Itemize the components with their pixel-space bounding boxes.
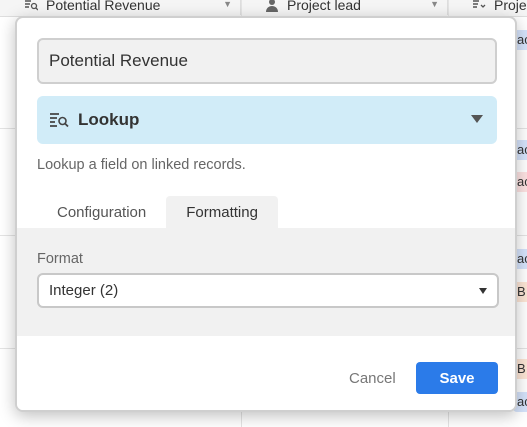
column-header-project-lead[interactable]: Project lead ▼ [241, 0, 448, 15]
column-header-potential-revenue[interactable]: Potential Revenue ▼ [0, 0, 241, 15]
lookup-icon [472, 0, 486, 12]
format-select[interactable]: Integer (2) [37, 273, 499, 308]
column-header-project[interactable]: Project [448, 0, 527, 15]
user-icon [265, 0, 279, 12]
caret-down-icon [471, 115, 483, 123]
formatting-panel: Format Integer (2) [17, 228, 515, 336]
chevron-down-icon: ▼ [223, 0, 232, 9]
tab-formatting[interactable]: Formatting [166, 196, 278, 228]
lookup-icon [24, 0, 38, 12]
field-type-select[interactable]: Lookup [37, 96, 497, 144]
config-tabs: Configuration Formatting [37, 196, 278, 228]
field-type-description: Lookup a field on linked records. [37, 157, 246, 173]
format-value: Integer (2) [49, 282, 119, 299]
field-name-input[interactable] [37, 38, 497, 84]
chevron-down-icon: ▼ [430, 0, 439, 9]
format-label: Format [37, 251, 83, 267]
column-header-label: Potential Revenue [46, 0, 161, 13]
field-config-dialog: Lookup Lookup a field on linked records.… [15, 16, 517, 412]
save-button[interactable]: Save [416, 362, 498, 394]
column-header-label: Project lead [287, 0, 361, 13]
caret-down-icon [479, 288, 487, 294]
column-header-label: Project [494, 0, 527, 13]
tab-configuration[interactable]: Configuration [37, 196, 166, 228]
field-type-label: Lookup [78, 110, 140, 129]
lookup-icon [49, 110, 69, 130]
dialog-footer: Cancel Save [17, 336, 515, 410]
cancel-button[interactable]: Cancel [339, 362, 406, 394]
